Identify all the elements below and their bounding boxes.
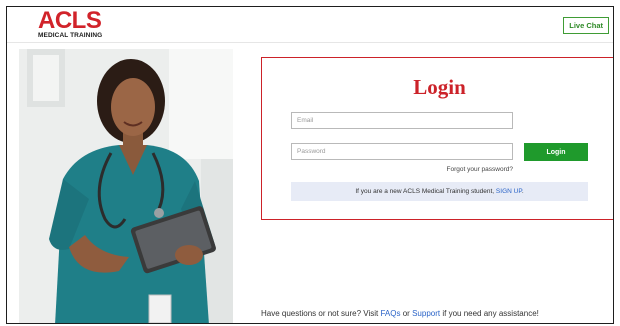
acls-logo[interactable]: ACLS MEDICAL TRAINING xyxy=(38,7,103,40)
password-field[interactable] xyxy=(291,143,513,160)
help-suffix-text: if you need any assistance! xyxy=(442,309,539,318)
site-header: ACLS MEDICAL TRAINING Live Chat xyxy=(7,7,613,43)
signup-suffix-text: . xyxy=(521,188,524,195)
forgot-password-link[interactable]: Forgot your password? xyxy=(447,166,513,173)
help-prefix-text: Have questions or not sure? Visit xyxy=(261,309,379,318)
page-frame: ACLS MEDICAL TRAINING Live Chat Login Em… xyxy=(6,6,614,324)
logo-main-text: ACLS xyxy=(38,7,102,34)
login-panel: Login Login Forgot your password? If you… xyxy=(261,57,613,220)
live-chat-button[interactable]: Live Chat xyxy=(563,17,609,34)
signup-link[interactable]: SIGN UP xyxy=(496,188,522,195)
login-title: Login xyxy=(413,75,466,99)
help-or-text: or xyxy=(402,309,410,318)
email-field[interactable] xyxy=(291,112,513,129)
logo-sub-text: MEDICAL TRAINING xyxy=(38,32,103,39)
login-button[interactable]: Login xyxy=(524,143,588,161)
signup-prefix-text: If you are a new ACLS Medical Training s… xyxy=(355,188,495,195)
faqs-link[interactable]: FAQs xyxy=(380,309,400,318)
nurse-illustration xyxy=(19,49,233,323)
hero-nurse-image xyxy=(19,49,233,323)
help-footer: Have questions or not sure? Visit FAQs o… xyxy=(261,309,539,318)
support-link[interactable]: Support xyxy=(412,309,440,318)
signup-banner: If you are a new ACLS Medical Training s… xyxy=(291,182,588,201)
